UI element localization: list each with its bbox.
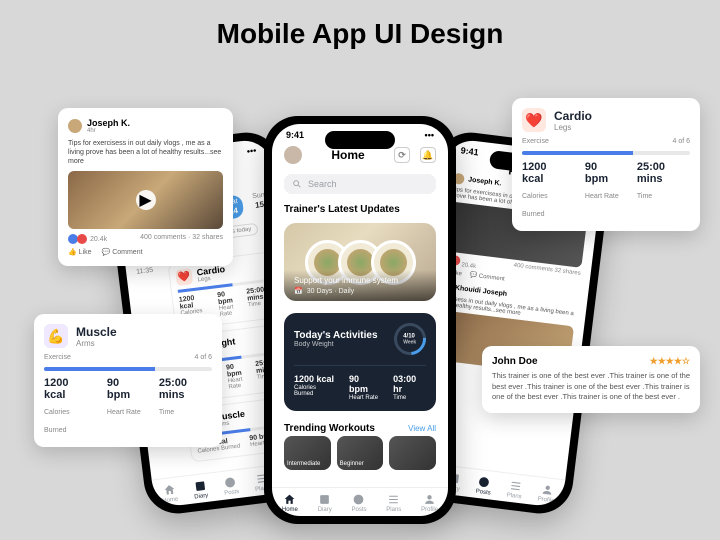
avatar <box>68 119 82 133</box>
comment-button[interactable]: 💬 Comment <box>102 248 143 256</box>
tab-profile[interactable]: Profile <box>537 482 556 504</box>
star-rating: ★★★★☆ <box>650 356 690 367</box>
workout-card[interactable]: Intermediate <box>284 436 331 470</box>
play-icon[interactable]: ▶ <box>136 190 156 210</box>
tab-posts[interactable]: Posts <box>475 475 492 497</box>
tab-plans[interactable]: Plans <box>506 479 523 501</box>
activities-card[interactable]: Today's ActivitiesBody Weight4/10Week 12… <box>284 313 436 411</box>
float-post-card: Joseph K.4hr Tips for exercisess in out … <box>58 108 233 266</box>
tab-diary[interactable]: Diary <box>192 479 208 501</box>
muscle-icon: 💪 <box>44 324 68 348</box>
refresh-icon[interactable]: ⟳ <box>394 147 410 163</box>
heart-icon: ❤️ <box>175 268 193 286</box>
section-updates: Trainer's Latest Updates <box>272 200 448 219</box>
avatar[interactable] <box>284 146 302 164</box>
tab-bar: Home Diary Posts Plans Profile <box>272 487 448 516</box>
workout-card[interactable] <box>389 436 436 470</box>
calendar-icon: 📅 <box>294 287 303 295</box>
view-all-link[interactable]: View All <box>408 424 436 433</box>
tab-plans[interactable]: Plans <box>386 493 401 513</box>
float-cardio-card: ❤️CardioLegs Exercise4 of 6 1200 kcalCal… <box>512 98 700 231</box>
bell-icon[interactable]: 🔔 <box>420 147 436 163</box>
video-thumbnail[interactable]: ▶ <box>68 171 223 229</box>
section-trending: Trending Workouts <box>284 423 375 434</box>
update-card[interactable]: Support your immune system📅30 Days · Dai… <box>284 223 436 301</box>
like-button[interactable]: 👍 Like <box>68 248 92 256</box>
tab-home[interactable]: Home <box>282 493 298 513</box>
search-icon <box>292 179 302 189</box>
workout-card[interactable]: Beginner <box>337 436 384 470</box>
tab-home[interactable]: Home <box>160 483 178 505</box>
entry-time: 11:35 <box>136 267 154 276</box>
heart-icon: ❤️ <box>522 108 546 132</box>
float-muscle-card: 💪MuscleArms Exercise4 of 6 1200 kcalCalo… <box>34 314 222 447</box>
page-title: Mobile App UI Design <box>0 0 720 68</box>
tab-profile[interactable]: Profile <box>421 493 438 513</box>
progress-ring: 4/10Week <box>387 316 432 361</box>
search-input[interactable]: Search <box>284 174 436 194</box>
tab-posts[interactable]: Posts <box>222 475 239 497</box>
home-title: Home <box>331 148 364 162</box>
tab-diary[interactable]: Diary <box>318 493 332 513</box>
tab-posts[interactable]: Posts <box>351 493 366 513</box>
float-review-card: John Doe★★★★☆ This trainer is one of the… <box>482 346 700 413</box>
